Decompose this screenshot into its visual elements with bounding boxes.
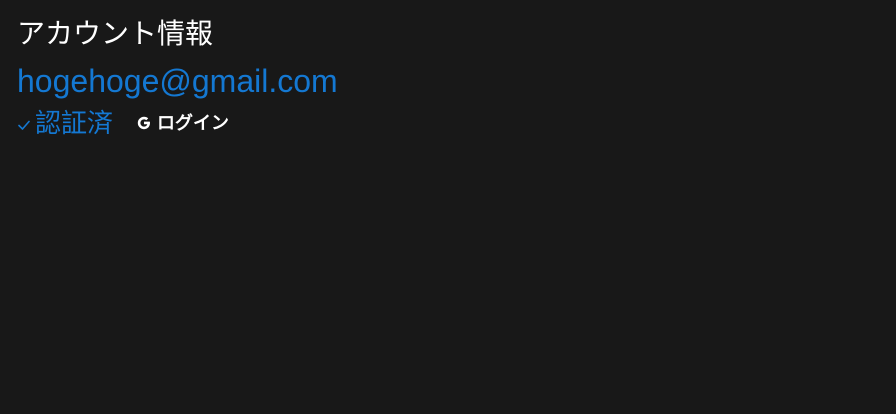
account-status-row: 認証済 ログイン [17,108,338,138]
verified-label: 認証済 [35,108,114,138]
login-provider: ログイン [135,112,229,134]
provider-label: ログイン [157,113,230,133]
account-panel: アカウント情報 hogehoge@gmail.com 認証済 ログイン [17,14,338,138]
account-email[interactable]: hogehoge@gmail.com [17,60,338,102]
google-icon [135,114,153,132]
account-title: アカウント情報 [17,18,214,49]
check-icon [17,118,31,132]
